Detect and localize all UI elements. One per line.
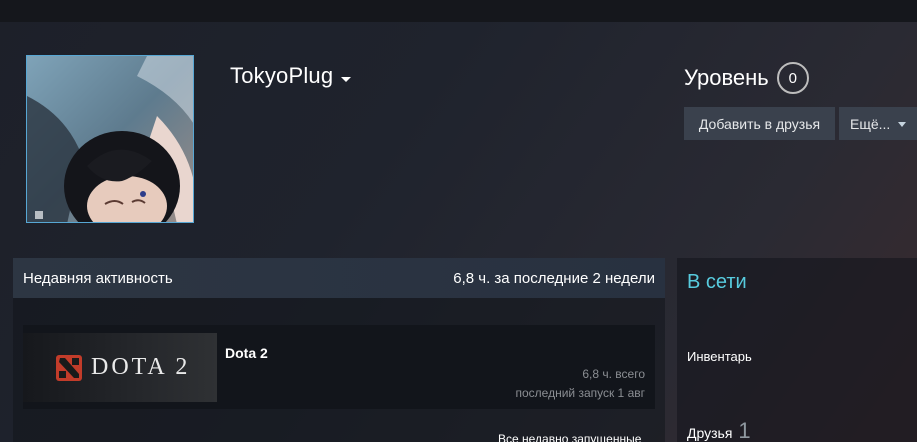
add-friend-button[interactable]: Добавить в друзья (684, 107, 835, 140)
more-button-label: Ещё... (850, 115, 891, 132)
friends-count: 1 (738, 418, 751, 442)
all-recent-games-link[interactable]: Все недавно запущенные (498, 432, 641, 442)
game-name[interactable]: Dota 2 (225, 345, 268, 361)
friends-label: Друзья (687, 425, 733, 441)
persona-name-text: TokyoPlug (230, 63, 334, 88)
persona-name[interactable]: TokyoPlug (230, 63, 352, 89)
friends-link[interactable]: Друзья 1 (687, 418, 751, 442)
inventory-link[interactable]: Инвентарь (687, 349, 752, 364)
chevron-down-icon (898, 122, 907, 127)
level-label: Уровень (684, 65, 769, 90)
recent-activity-header: Недавняя активность 6,8 ч. за последние … (13, 258, 665, 298)
avatar[interactable] (26, 55, 194, 223)
more-button[interactable]: Ещё... (839, 107, 917, 140)
level-block: Уровень 0 (684, 62, 809, 94)
online-status: В сети (687, 271, 747, 293)
game-hours-total: 6,8 ч. всего (582, 367, 645, 381)
recent-activity-title: Недавняя активность (23, 269, 173, 287)
level-badge[interactable]: 0 (776, 62, 809, 94)
game-capsule[interactable]: DOTA 2 (23, 333, 217, 402)
dota-logo-icon (56, 354, 82, 381)
recent-activity-summary: 6,8 ч. за последние 2 недели (453, 269, 655, 287)
dropdown-caret-icon[interactable] (341, 76, 352, 82)
game-last-played: последний запуск 1 авг (515, 386, 645, 400)
top-bar (0, 0, 917, 22)
game-capsule-text: DOTA 2 (91, 354, 191, 380)
